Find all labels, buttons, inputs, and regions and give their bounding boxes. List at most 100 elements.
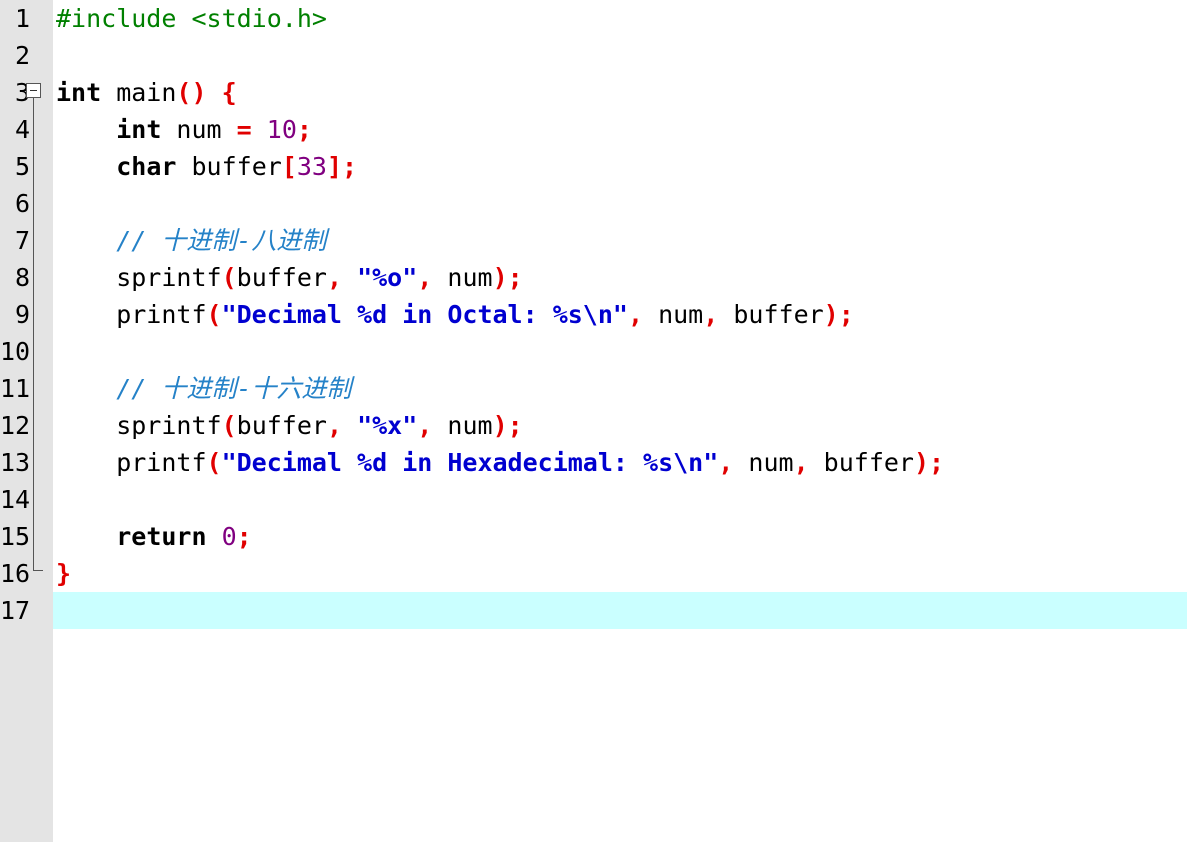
code-token-op: ); bbox=[492, 263, 523, 292]
code-token-cmt: // 十进制-十六进制 bbox=[116, 374, 352, 403]
code-line[interactable] bbox=[53, 185, 1187, 222]
code-token-op: ( bbox=[221, 263, 237, 292]
code-line[interactable]: } bbox=[53, 555, 1187, 592]
code-token-id: printf bbox=[56, 300, 207, 329]
line-number: 14 bbox=[0, 485, 30, 514]
code-token-op: [ bbox=[281, 152, 297, 181]
code-line[interactable]: return 0; bbox=[53, 518, 1187, 555]
code-line[interactable]: int num = 10; bbox=[53, 111, 1187, 148]
code-line[interactable]: sprintf(buffer, "%x", num); bbox=[53, 407, 1187, 444]
code-token-op: , bbox=[703, 300, 719, 329]
line-number: 9 bbox=[14, 300, 30, 329]
line-number: 15 bbox=[0, 522, 30, 551]
code-token-id: num bbox=[733, 448, 794, 477]
code-token-id: num bbox=[432, 411, 493, 440]
code-token-id: sprintf bbox=[56, 411, 222, 440]
code-token-id bbox=[56, 522, 116, 551]
code-token-kw: int bbox=[116, 115, 162, 144]
code-token-id: num bbox=[643, 300, 704, 329]
code-token-op: ( bbox=[206, 448, 222, 477]
code-line[interactable]: #include <stdio.h> bbox=[53, 0, 1187, 37]
code-token-id bbox=[252, 115, 267, 144]
code-token-id: main bbox=[101, 78, 177, 107]
code-token-pre: #include <stdio.h> bbox=[56, 4, 327, 33]
code-token-op: , bbox=[793, 448, 809, 477]
code-line[interactable] bbox=[53, 481, 1187, 518]
code-token-id: buffer bbox=[236, 263, 327, 292]
code-token-id: buffer bbox=[236, 411, 327, 440]
code-token-op: , bbox=[627, 300, 644, 329]
code-editor[interactable]: 1 2 3 4 5 6 7 8 9 10 11 12 13 14 15 16 17 #include <stdi… bbox=[0, 0, 1187, 842]
code-token-num: 10 bbox=[266, 115, 297, 144]
code-token-str: "%x" bbox=[357, 411, 418, 440]
code-token-op: ( bbox=[221, 411, 237, 440]
code-token-cmt: // 十进制-八进制 bbox=[116, 226, 327, 255]
line-number: 13 bbox=[0, 448, 30, 477]
code-token-str: "%o" bbox=[357, 263, 418, 292]
code-token-id bbox=[342, 263, 357, 292]
code-token-id: num bbox=[432, 263, 493, 292]
line-number: 12 bbox=[0, 411, 30, 440]
code-token-id bbox=[56, 152, 116, 181]
line-number: 1 bbox=[14, 4, 30, 33]
code-token-op: ]; bbox=[326, 152, 358, 181]
line-number: 17 bbox=[0, 596, 30, 625]
code-token-op: ); bbox=[492, 411, 523, 440]
code-token-kw: char bbox=[116, 152, 177, 181]
code-token-id bbox=[56, 374, 116, 403]
line-number: 5 bbox=[14, 152, 30, 181]
code-token-str: "Decimal %d in Octal: %s\n" bbox=[221, 300, 628, 329]
code-token-op: ); bbox=[913, 448, 945, 477]
code-token-op: , bbox=[326, 411, 343, 440]
line-number: 11 bbox=[0, 374, 30, 403]
code-token-id: buffer bbox=[718, 300, 824, 329]
code-line[interactable]: printf("Decimal %d in Octal: %s\n", num,… bbox=[53, 296, 1187, 333]
code-token-op: , bbox=[417, 263, 433, 292]
code-token-op: { bbox=[221, 78, 237, 107]
code-token-op: ; bbox=[296, 115, 312, 144]
code-line[interactable]: int main() { bbox=[53, 74, 1187, 111]
code-line[interactable] bbox=[53, 592, 1187, 629]
code-token-id: buffer bbox=[176, 152, 282, 181]
code-token-id bbox=[56, 115, 116, 144]
code-token-num: 0 bbox=[221, 522, 237, 551]
code-token-id: num bbox=[161, 115, 237, 144]
code-line[interactable]: printf("Decimal %d in Hexadecimal: %s\n"… bbox=[53, 444, 1187, 481]
code-token-op: ; bbox=[236, 522, 252, 551]
code-token-op: , bbox=[718, 448, 734, 477]
code-token-kw: return bbox=[116, 522, 207, 551]
code-line[interactable] bbox=[53, 333, 1187, 370]
code-token-op: = bbox=[236, 115, 252, 144]
line-number-gutter: 1 2 3 4 5 6 7 8 9 10 11 12 13 14 15 16 17 bbox=[0, 0, 53, 842]
code-line[interactable]: // 十进制-八进制 bbox=[53, 222, 1187, 259]
code-token-op: ( bbox=[206, 300, 222, 329]
line-number: 6 bbox=[14, 189, 30, 218]
code-token-op: () bbox=[176, 78, 207, 107]
code-token-id bbox=[207, 522, 222, 551]
code-token-kw: int bbox=[56, 78, 102, 107]
line-number: 16 bbox=[0, 559, 30, 588]
line-number: 4 bbox=[14, 115, 30, 144]
minus-box-icon[interactable] bbox=[26, 83, 41, 98]
fold-range-line bbox=[33, 98, 34, 570]
code-line[interactable]: sprintf(buffer, "%o", num); bbox=[53, 259, 1187, 296]
line-number: 10 bbox=[0, 337, 30, 366]
code-token-id: sprintf bbox=[56, 263, 222, 292]
code-token-op: , bbox=[417, 411, 433, 440]
code-line[interactable] bbox=[53, 37, 1187, 74]
code-token-num: 33 bbox=[296, 152, 327, 181]
line-number: 7 bbox=[14, 226, 30, 255]
fold-range-end bbox=[33, 570, 43, 571]
code-token-op: , bbox=[326, 263, 343, 292]
code-token-id bbox=[342, 411, 357, 440]
code-line[interactable]: char buffer[33]; bbox=[53, 148, 1187, 185]
code-token-id bbox=[207, 78, 222, 107]
code-line[interactable]: // 十进制-十六进制 bbox=[53, 370, 1187, 407]
line-number: 8 bbox=[14, 263, 30, 292]
code-area[interactable]: #include <stdio.h> int main() { int num =… bbox=[53, 0, 1187, 842]
code-token-id: buffer bbox=[808, 448, 914, 477]
code-token-op: ); bbox=[823, 300, 854, 329]
line-number: 2 bbox=[14, 41, 30, 70]
code-token-str: "Decimal %d in Hexadecimal: %s\n" bbox=[221, 448, 719, 477]
code-token-id: printf bbox=[56, 448, 207, 477]
